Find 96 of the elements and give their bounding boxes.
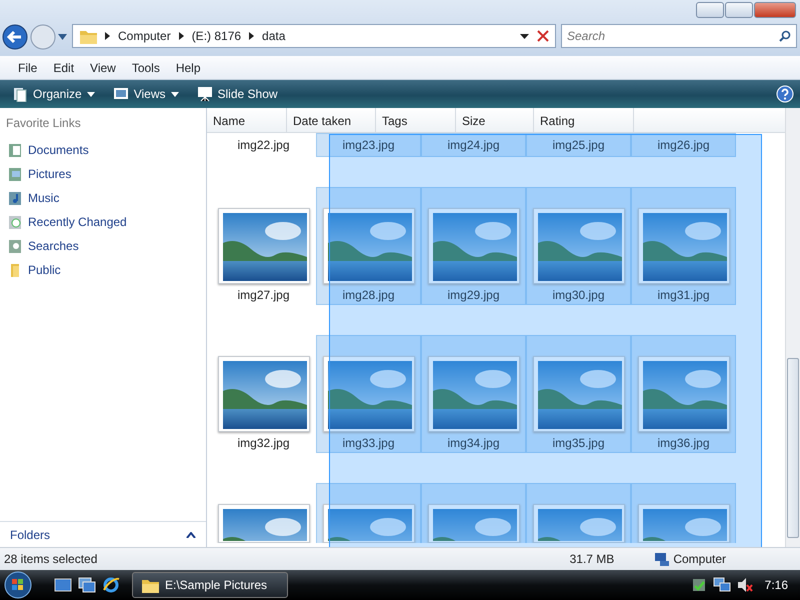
section-title: Favorite Links bbox=[5, 115, 82, 132]
file-tile[interactable]: img35.jpg bbox=[526, 335, 631, 453]
computer-icon bbox=[654, 552, 670, 566]
file-name: img32.jpg bbox=[237, 435, 290, 452]
toolbar-button[interactable]: Slide Show bbox=[192, 83, 282, 105]
sidebar-link[interactable]: Pictures bbox=[28, 165, 72, 183]
breadcrumb-arrow-icon[interactable] bbox=[105, 32, 110, 40]
file-name: img22.jpg bbox=[237, 137, 290, 154]
scrollbar[interactable] bbox=[785, 108, 800, 547]
history-dropdown-icon[interactable] bbox=[58, 34, 67, 40]
breadcrumb[interactable]: data bbox=[262, 27, 286, 45]
file-name: img36.jpg bbox=[657, 435, 710, 452]
views-icon bbox=[112, 86, 129, 102]
file-tile[interactable] bbox=[631, 483, 736, 543]
menu-item[interactable]: File bbox=[18, 58, 38, 76]
network-icon[interactable] bbox=[712, 577, 731, 593]
minimize-button[interactable] bbox=[696, 2, 724, 18]
file-name: img23.jpg bbox=[342, 137, 395, 154]
projector-screen-icon bbox=[196, 86, 212, 102]
caret-icon bbox=[86, 92, 95, 96]
column-header[interactable]: Date taken bbox=[287, 108, 376, 132]
window-switcher-icon[interactable] bbox=[78, 577, 96, 593]
file-name: img25.jpg bbox=[552, 137, 605, 154]
file-name: img30.jpg bbox=[552, 287, 605, 304]
maximize-button[interactable] bbox=[725, 2, 753, 18]
file-tile[interactable]: img23.jpg bbox=[316, 133, 421, 157]
toolbar-button[interactable]: Organize bbox=[8, 83, 99, 105]
file-tile[interactable]: img30.jpg bbox=[526, 187, 631, 305]
sidebar-link[interactable]: Searches bbox=[28, 237, 79, 255]
search-icon[interactable] bbox=[779, 30, 791, 42]
location-text: Computer bbox=[673, 551, 726, 568]
documents-icon bbox=[8, 142, 22, 158]
scrollbar-thumb[interactable] bbox=[787, 358, 799, 538]
file-tile[interactable] bbox=[316, 483, 421, 543]
breadcrumb-arrow-icon[interactable] bbox=[249, 32, 254, 40]
sidebar-link[interactable]: Music bbox=[28, 189, 60, 207]
file-tile[interactable] bbox=[526, 483, 631, 543]
file-name: img24.jpg bbox=[447, 137, 500, 154]
caret-icon bbox=[170, 92, 178, 96]
file-name: img33.jpg bbox=[342, 435, 395, 452]
file-tile[interactable]: img28.jpg bbox=[316, 187, 421, 305]
help-icon[interactable] bbox=[776, 85, 794, 103]
file-tile[interactable]: img22.jpg bbox=[211, 133, 316, 157]
dropdown-icon[interactable] bbox=[520, 34, 529, 38]
menu-item[interactable]: View bbox=[90, 58, 116, 76]
taskbar-button[interactable]: E:\Sample Pictures bbox=[132, 572, 288, 598]
file-name: img35.jpg bbox=[552, 435, 605, 452]
address-bar[interactable]: Computer (E:) 8176 data bbox=[72, 24, 556, 48]
sidebar-link[interactable]: Documents bbox=[28, 141, 89, 159]
file-tile[interactable] bbox=[421, 483, 526, 543]
clear-icon[interactable] bbox=[537, 30, 549, 42]
sidebar-link[interactable]: Recently Changed bbox=[28, 213, 127, 231]
toolbar-button[interactable]: Views bbox=[108, 83, 182, 105]
file-tile[interactable]: img26.jpg bbox=[631, 133, 736, 157]
file-tile[interactable]: img24.jpg bbox=[421, 133, 526, 157]
back-button[interactable] bbox=[2, 24, 28, 50]
menu-item[interactable]: Tools bbox=[132, 58, 160, 76]
file-tile[interactable]: img36.jpg bbox=[631, 335, 736, 453]
organize-icon bbox=[12, 86, 28, 102]
file-name: img28.jpg bbox=[342, 287, 395, 304]
file-name: img31.jpg bbox=[657, 287, 710, 304]
folders-toggle[interactable]: Folders bbox=[10, 526, 50, 544]
folder-icon bbox=[8, 262, 22, 278]
file-tile[interactable]: img29.jpg bbox=[421, 187, 526, 305]
speaker-muted-icon[interactable] bbox=[736, 577, 753, 593]
file-name: img27.jpg bbox=[237, 287, 290, 304]
menu-item[interactable]: Help bbox=[176, 58, 201, 76]
total-size: 31.7 MB bbox=[570, 551, 614, 568]
column-header[interactable]: Name bbox=[207, 108, 287, 132]
clock[interactable]: 7:16 bbox=[764, 576, 788, 594]
recent-icon bbox=[8, 214, 22, 230]
file-name: img26.jpg bbox=[657, 137, 710, 154]
search-field[interactable]: Search bbox=[561, 24, 797, 48]
file-name: img29.jpg bbox=[447, 287, 500, 304]
sidebar-link[interactable]: Public bbox=[28, 261, 61, 279]
shield-check-icon[interactable] bbox=[690, 577, 707, 593]
breadcrumb-arrow-icon[interactable] bbox=[178, 32, 184, 40]
file-tile[interactable]: img33.jpg bbox=[316, 335, 421, 453]
file-tile[interactable]: img25.jpg bbox=[526, 133, 631, 157]
searches-icon bbox=[8, 238, 22, 254]
selection-count: 28 items selected bbox=[4, 551, 98, 568]
file-name: img34.jpg bbox=[447, 435, 500, 452]
browser-icon[interactable] bbox=[102, 576, 120, 594]
column-header[interactable]: Size bbox=[456, 108, 534, 132]
collapse-icon[interactable] bbox=[186, 532, 196, 538]
music-icon bbox=[8, 190, 22, 206]
file-tile[interactable]: img31.jpg bbox=[631, 187, 736, 305]
pictures-icon bbox=[8, 166, 22, 182]
column-header[interactable]: Tags bbox=[376, 108, 456, 132]
file-tile[interactable]: img34.jpg bbox=[421, 335, 526, 453]
desktop-icon[interactable] bbox=[54, 577, 72, 593]
column-header[interactable]: Rating bbox=[534, 108, 634, 132]
breadcrumb[interactable]: Computer bbox=[118, 27, 171, 45]
menu-item[interactable]: Edit bbox=[53, 58, 74, 76]
breadcrumb[interactable]: (E:) 8176 bbox=[192, 27, 242, 45]
start-button[interactable] bbox=[3, 570, 33, 600]
